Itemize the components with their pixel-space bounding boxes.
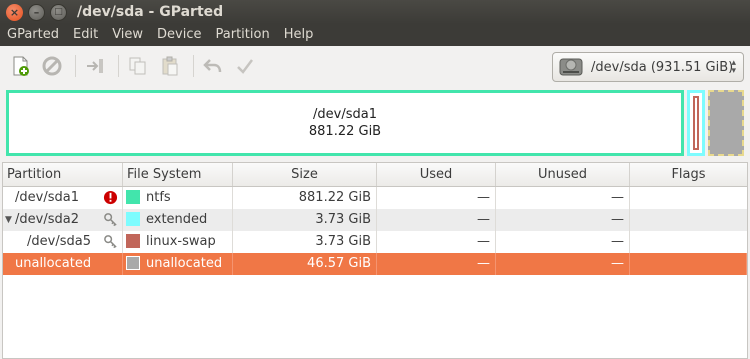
- device-selector[interactable]: /dev/sda (931.51 GiB) ▴ ▾: [552, 52, 744, 82]
- close-button[interactable]: ×: [6, 3, 23, 21]
- header-size[interactable]: Size: [233, 163, 377, 186]
- cell-unused: —: [496, 231, 630, 253]
- header-flags[interactable]: Flags: [630, 163, 747, 186]
- new-partition-icon: [13, 56, 29, 76]
- cell-size: 46.57 GiB: [233, 253, 377, 275]
- paste-icon: [162, 56, 178, 76]
- menu-device[interactable]: Device: [150, 24, 208, 46]
- cell-used: —: [377, 209, 496, 231]
- delete-button[interactable]: [38, 52, 66, 80]
- header-unused[interactable]: Unused: [496, 163, 630, 186]
- cell-file-system: ntfs: [123, 187, 233, 209]
- minimize-button[interactable]: –: [28, 3, 45, 21]
- title-bar: × – □ /dev/sda - GParted: [0, 0, 750, 24]
- fs-color-swatch: [126, 233, 140, 248]
- fs-color-swatch: [126, 255, 140, 270]
- key-icon: [104, 213, 117, 227]
- table-header: Partition File System Size Used Unused F…: [3, 163, 747, 187]
- disk-map: /dev/sda1 881.22 GiB: [4, 88, 746, 158]
- diskmap-partition-sda5[interactable]: [693, 96, 699, 150]
- cell-flags: [630, 209, 747, 231]
- cell-used: —: [377, 187, 496, 209]
- minimize-icon: –: [33, 5, 40, 19]
- apply-icon: [237, 59, 253, 74]
- header-used[interactable]: Used: [377, 163, 496, 186]
- menu-help[interactable]: Help: [277, 24, 321, 46]
- toolbar: /dev/sda (931.51 GiB) ▴ ▾: [0, 46, 750, 86]
- cell-size: 881.22 GiB: [233, 187, 377, 209]
- chevron-up-down-icon: ▴ ▾: [731, 58, 736, 76]
- expander-down-icon[interactable]: ▼: [5, 209, 12, 231]
- cell-size: 3.73 GiB: [233, 209, 377, 231]
- menu-gparted[interactable]: GParted: [0, 24, 66, 46]
- partition-table: Partition File System Size Used Unused F…: [2, 162, 748, 359]
- cell-unused: —: [496, 187, 630, 209]
- key-icon: [104, 235, 117, 249]
- diskmap-sda1-name: /dev/sda1: [313, 107, 377, 122]
- cell-partition: unallocated: [3, 253, 123, 275]
- fs-name: linux-swap: [146, 234, 216, 249]
- harddisk-icon: [559, 58, 583, 76]
- partition-name: unallocated: [15, 256, 92, 271]
- error-icon: [103, 190, 118, 205]
- partition-name: /dev/sda5: [27, 234, 91, 249]
- apply-button[interactable]: [231, 52, 259, 80]
- resize-move-icon: [87, 59, 103, 73]
- cell-file-system: extended: [123, 209, 233, 231]
- partition-name: /dev/sda1: [15, 190, 79, 205]
- resize-move-button[interactable]: [81, 52, 109, 80]
- menu-view[interactable]: View: [105, 24, 150, 46]
- cell-unused: —: [496, 253, 630, 275]
- new-partition-button[interactable]: [6, 52, 34, 80]
- toolbar-separator: [193, 55, 194, 77]
- copy-icon: [129, 57, 146, 75]
- cell-partition: /dev/sda1: [3, 187, 123, 209]
- fs-color-swatch: [126, 189, 140, 204]
- delete-icon: [42, 56, 62, 76]
- table-row[interactable]: ▼ /dev/sda2 extended 3.73 GiB — —: [3, 209, 747, 231]
- fs-color-swatch: [126, 211, 140, 226]
- close-icon: ×: [9, 5, 20, 19]
- fs-name: ntfs: [146, 190, 171, 205]
- maximize-icon: □: [54, 6, 63, 17]
- cell-file-system: linux-swap: [123, 231, 233, 253]
- paste-button[interactable]: [156, 52, 184, 80]
- fs-name: unallocated: [146, 256, 223, 271]
- cell-unused: —: [496, 209, 630, 231]
- maximize-button[interactable]: □: [50, 3, 67, 21]
- table-row[interactable]: /dev/sda5 linux-swap 3.73 GiB — —: [3, 231, 747, 253]
- cell-used: —: [377, 231, 496, 253]
- toolbar-separator: [118, 55, 119, 77]
- cell-file-system: unallocated: [123, 253, 233, 275]
- table-row[interactable]: /dev/sda1 ntfs 881.22 GiB — —: [3, 187, 747, 209]
- cell-flags: [630, 253, 747, 275]
- copy-button[interactable]: [124, 52, 152, 80]
- menu-partition[interactable]: Partition: [209, 24, 277, 46]
- window-title: /dev/sda - GParted: [77, 4, 224, 20]
- cell-size: 3.73 GiB: [233, 231, 377, 253]
- partition-name: /dev/sda2: [15, 212, 79, 227]
- diskmap-sda1-size: 881.22 GiB: [308, 124, 382, 139]
- header-file-system[interactable]: File System: [123, 163, 233, 186]
- diskmap-unallocated[interactable]: [708, 90, 744, 156]
- cell-flags: [630, 231, 747, 253]
- cell-used: —: [377, 253, 496, 275]
- cell-partition: /dev/sda5: [3, 231, 123, 253]
- diskmap-partition-sda1[interactable]: /dev/sda1 881.22 GiB: [6, 90, 684, 156]
- header-partition[interactable]: Partition: [3, 163, 123, 186]
- cell-flags: [630, 187, 747, 209]
- diskmap-partition-sda2[interactable]: [687, 90, 705, 156]
- toolbar-separator: [75, 55, 76, 77]
- undo-button[interactable]: [199, 52, 227, 80]
- table-row-selected[interactable]: unallocated unallocated 46.57 GiB — —: [3, 253, 747, 275]
- cell-partition: ▼ /dev/sda2: [3, 209, 123, 231]
- device-label: /dev/sda (931.51 GiB): [591, 59, 734, 75]
- menu-bar: GParted Edit View Device Partition Help: [0, 24, 750, 46]
- fs-name: extended: [146, 212, 208, 227]
- menu-edit[interactable]: Edit: [66, 24, 105, 46]
- undo-icon: [203, 59, 222, 73]
